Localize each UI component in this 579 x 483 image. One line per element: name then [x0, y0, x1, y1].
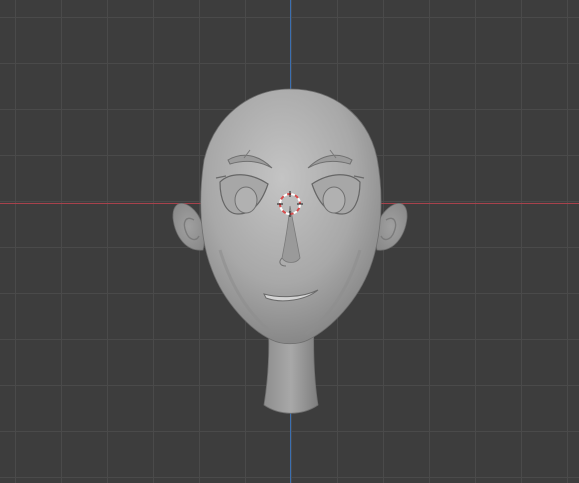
- head-model[interactable]: [0, 0, 579, 483]
- 3d-viewport[interactable]: [0, 0, 579, 483]
- 3d-cursor-icon[interactable]: [277, 191, 303, 217]
- left-ear: [172, 202, 205, 251]
